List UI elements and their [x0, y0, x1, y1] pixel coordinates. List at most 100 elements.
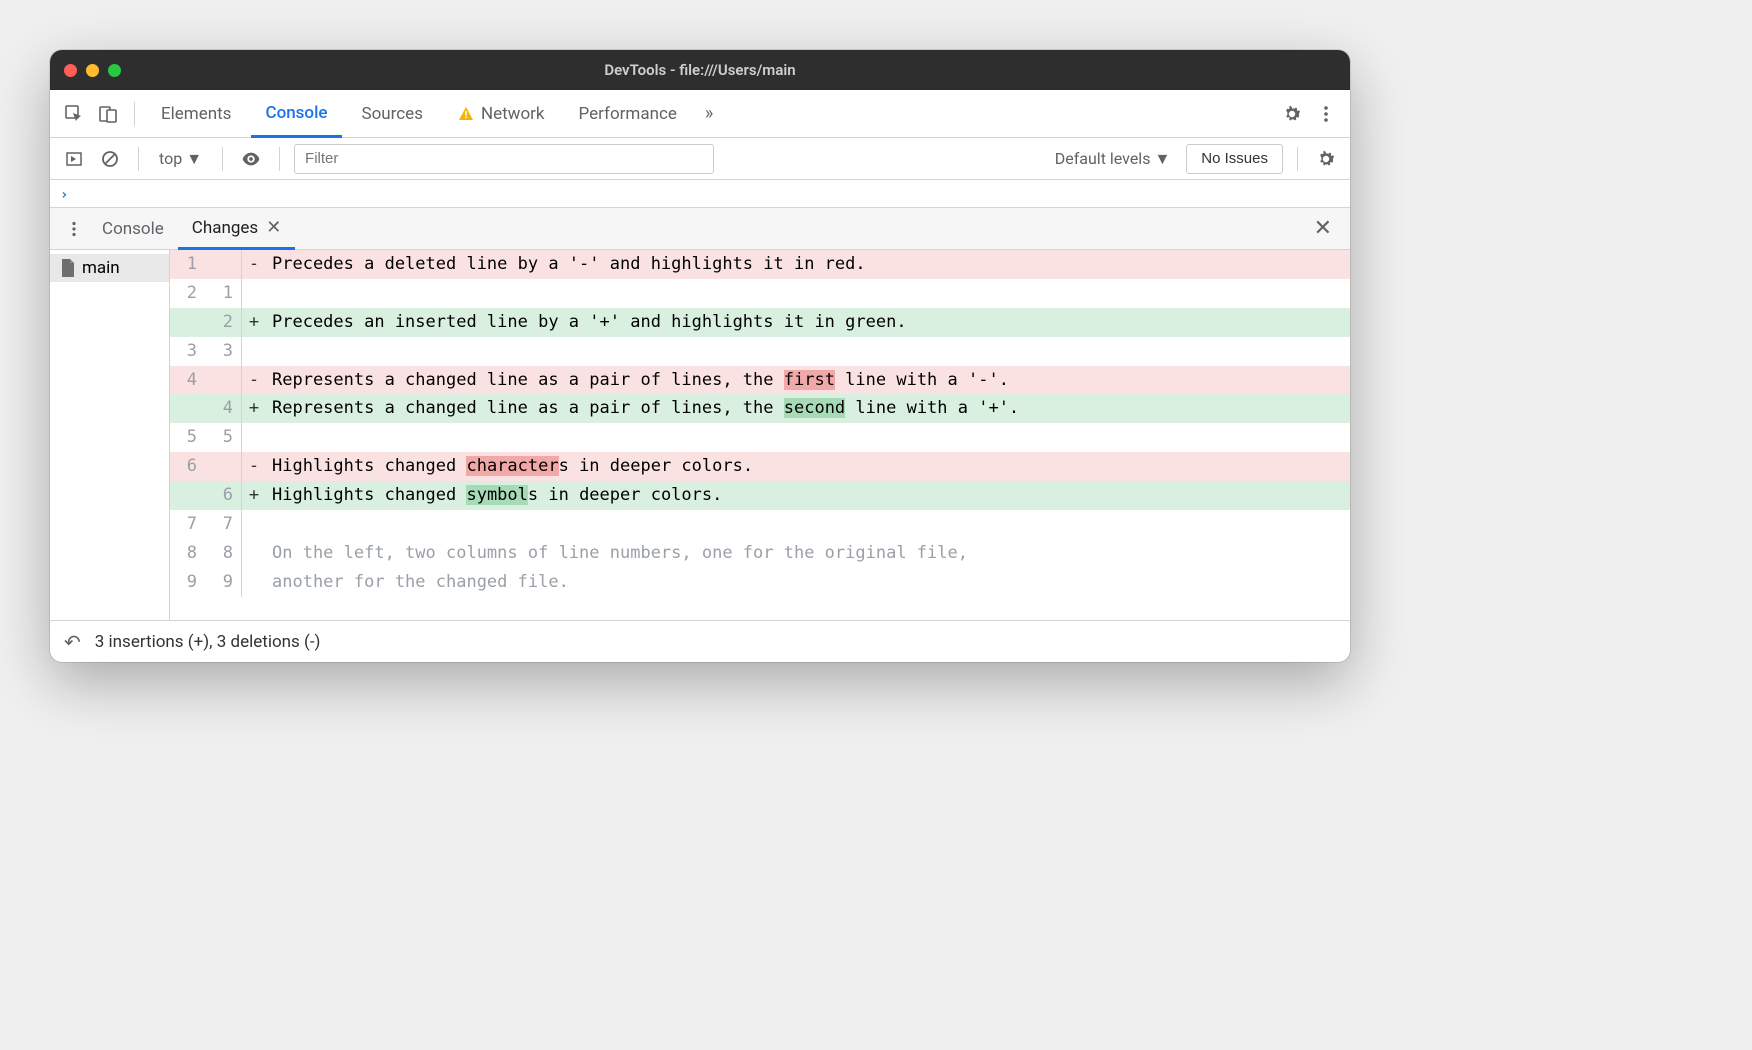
tab-console[interactable]: Console: [251, 90, 341, 138]
line-number-old: 2: [170, 279, 206, 308]
changes-panel: main 1-Precedes a deleted line by a '-' …: [50, 250, 1350, 620]
diff-row: 99 another for the changed file.: [170, 568, 1350, 597]
line-number-old: [170, 394, 206, 423]
diff-highlight: first: [784, 370, 835, 390]
line-number-old: 6: [170, 452, 206, 481]
drawer-tabs: Console Changes ✕ ✕: [50, 208, 1350, 250]
log-levels-selector[interactable]: Default levels ▼: [1047, 149, 1179, 169]
diff-marker: [242, 539, 266, 568]
line-number-new: [206, 250, 242, 279]
diff-view: 1-Precedes a deleted line by a '-' and h…: [170, 250, 1350, 620]
diff-summary: 3 insertions (+), 3 deletions (-): [95, 632, 321, 652]
prompt-chevron-icon: ›: [60, 187, 68, 203]
filter-input[interactable]: [294, 144, 714, 174]
line-number-new: 9: [206, 568, 242, 597]
line-number-new: 3: [206, 337, 242, 366]
divider: [1297, 147, 1298, 171]
kebab-menu-icon[interactable]: [1312, 100, 1340, 128]
diff-row: 4+Represents a changed line as a pair of…: [170, 394, 1350, 423]
diff-row: 6+Highlights changed symbols in deeper c…: [170, 481, 1350, 510]
line-number-old: [170, 481, 206, 510]
divider: [138, 147, 139, 171]
minimize-window-button[interactable]: [86, 64, 99, 77]
line-number-new: [206, 366, 242, 395]
file-icon: [60, 258, 76, 278]
warning-icon: [457, 105, 475, 123]
diff-marker: +: [242, 308, 266, 337]
line-number-new: 7: [206, 510, 242, 539]
diff-row: 4-Represents a changed line as a pair of…: [170, 366, 1350, 395]
diff-marker: [242, 568, 266, 597]
live-expression-icon[interactable]: [237, 145, 265, 173]
diff-highlight: character: [466, 456, 558, 476]
close-drawer-icon[interactable]: ✕: [1306, 216, 1340, 241]
diff-row: 88 On the left, two columns of line numb…: [170, 539, 1350, 568]
diff-marker: -: [242, 452, 266, 481]
diff-content: Highlights changed characters in deeper …: [266, 452, 1350, 481]
diff-content: [266, 510, 1350, 539]
settings-icon[interactable]: [1278, 100, 1306, 128]
diff-content: Highlights changed symbols in deeper col…: [266, 481, 1350, 510]
diff-marker: -: [242, 250, 266, 279]
diff-row: 55: [170, 423, 1350, 452]
line-number-old: 4: [170, 366, 206, 395]
file-tree: main: [50, 250, 170, 620]
console-toolbar: top ▼ Default levels ▼ No Issues: [50, 138, 1350, 180]
drawer-tab-console[interactable]: Console: [88, 208, 178, 250]
window-title: DevTools - file:///Users/main: [50, 61, 1350, 79]
more-tabs-button[interactable]: »: [697, 103, 721, 124]
clear-console-icon[interactable]: [96, 145, 124, 173]
close-window-button[interactable]: [64, 64, 77, 77]
file-item-main[interactable]: main: [50, 254, 169, 282]
line-number-new: 6: [206, 481, 242, 510]
revert-icon[interactable]: ↶: [64, 630, 81, 654]
line-number-old: 8: [170, 539, 206, 568]
titlebar: DevTools - file:///Users/main: [50, 50, 1350, 90]
line-number-old: 7: [170, 510, 206, 539]
inspect-element-icon[interactable]: [60, 100, 88, 128]
diff-row: 77: [170, 510, 1350, 539]
diff-marker: +: [242, 481, 266, 510]
diff-marker: [242, 279, 266, 308]
diff-marker: +: [242, 394, 266, 423]
close-tab-icon[interactable]: ✕: [266, 217, 281, 238]
diff-content: On the left, two columns of line numbers…: [266, 539, 1350, 568]
tab-network[interactable]: Network: [443, 90, 559, 138]
line-number-new: 1: [206, 279, 242, 308]
console-prompt[interactable]: ›: [50, 180, 1350, 208]
drawer-kebab-icon[interactable]: [60, 215, 88, 243]
line-number-new: 2: [206, 308, 242, 337]
diff-marker: [242, 423, 266, 452]
diff-content: [266, 279, 1350, 308]
tab-elements[interactable]: Elements: [147, 90, 245, 138]
line-number-old: [170, 308, 206, 337]
diff-row: 1 -Precedes a deleted line by a '-' and h…: [170, 250, 1350, 279]
diff-highlight: symbol: [466, 485, 527, 505]
issues-button[interactable]: No Issues: [1186, 144, 1283, 174]
diff-marker: [242, 337, 266, 366]
sidebar-toggle-icon[interactable]: [60, 145, 88, 173]
console-settings-icon[interactable]: [1312, 145, 1340, 173]
diff-content: Precedes a deleted line by a '-' and hig…: [266, 250, 1350, 279]
divider: [222, 147, 223, 171]
tab-sources[interactable]: Sources: [348, 90, 437, 138]
line-number-new: 4: [206, 394, 242, 423]
dropdown-arrow-icon: ▼: [1154, 149, 1170, 169]
diff-content: Represents a changed line as a pair of l…: [266, 394, 1350, 423]
maximize-window-button[interactable]: [108, 64, 121, 77]
line-number-old: 5: [170, 423, 206, 452]
main-tabs: Elements Console Sources Network Perform…: [50, 90, 1350, 138]
diff-row: 33: [170, 337, 1350, 366]
line-number-new: 5: [206, 423, 242, 452]
drawer-tab-changes[interactable]: Changes ✕: [178, 208, 296, 250]
tab-performance[interactable]: Performance: [565, 90, 691, 138]
diff-content: another for the changed file.: [266, 568, 1350, 597]
line-number-new: 8: [206, 539, 242, 568]
context-selector[interactable]: top ▼: [153, 149, 208, 169]
file-label: main: [82, 258, 120, 278]
devtools-window: DevTools - file:///Users/main Elements C…: [50, 50, 1350, 662]
divider: [279, 147, 280, 171]
line-number-old: 1: [170, 250, 206, 279]
line-number-old: 3: [170, 337, 206, 366]
device-toolbar-icon[interactable]: [94, 100, 122, 128]
